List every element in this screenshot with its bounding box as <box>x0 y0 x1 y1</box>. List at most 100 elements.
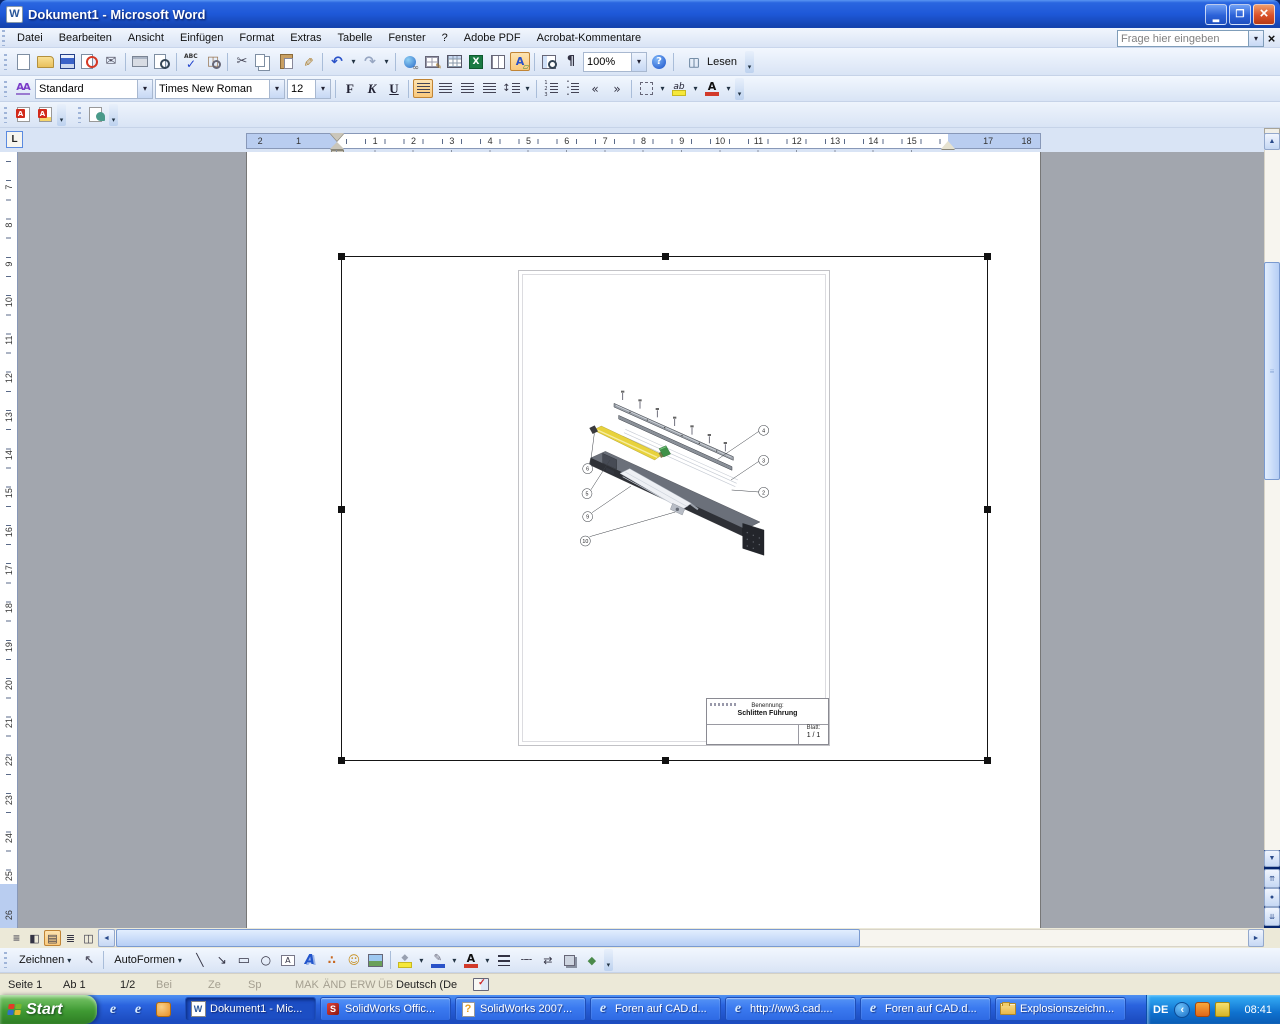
dropdown-arrow-icon[interactable] <box>691 79 700 98</box>
line-icon[interactable] <box>190 951 210 970</box>
diagram-icon[interactable] <box>322 951 342 970</box>
select-browse-object-button[interactable]: ● <box>1264 888 1280 907</box>
selection-handle[interactable] <box>662 253 669 260</box>
security-alert-icon[interactable] <box>1194 1002 1210 1018</box>
undo-icon[interactable] <box>327 52 347 71</box>
selection-handle[interactable] <box>338 253 345 260</box>
document-map-icon[interactable] <box>539 52 559 71</box>
toolbar-options-button[interactable] <box>57 103 66 126</box>
toolbar-grip[interactable] <box>4 952 7 968</box>
copy-icon[interactable] <box>254 52 274 71</box>
insert-excel-icon[interactable] <box>466 52 486 71</box>
toolbar-grip[interactable] <box>4 80 7 97</box>
selection-handle[interactable] <box>338 506 345 513</box>
toolbar-options-button[interactable] <box>603 949 613 971</box>
taskbar-task-button[interactable]: Foren auf CAD.d... <box>860 997 991 1021</box>
menu-item[interactable]: Tabelle <box>329 29 380 47</box>
dropdown-arrow-icon[interactable] <box>382 52 391 71</box>
font-color-icon[interactable] <box>702 79 722 98</box>
picture-icon[interactable] <box>366 951 386 970</box>
hanging-indent-marker[interactable] <box>330 142 344 149</box>
dropdown-arrow-icon[interactable] <box>483 951 492 970</box>
line-spacing-icon[interactable] <box>501 79 521 98</box>
underline-button[interactable]: U <box>384 79 404 98</box>
spelling-icon[interactable] <box>181 52 201 71</box>
scroll-right-button[interactable]: ► <box>1248 929 1264 947</box>
menu-item[interactable]: Format <box>231 29 282 47</box>
save-icon[interactable] <box>57 52 77 71</box>
dropdown-arrow-icon[interactable] <box>450 951 459 970</box>
toolbar-options-button[interactable] <box>744 50 754 73</box>
fill-color-icon[interactable] <box>395 951 415 970</box>
menu-item[interactable]: ? <box>434 29 456 47</box>
open-icon[interactable] <box>35 52 55 71</box>
format-painter-icon[interactable] <box>298 52 318 71</box>
styles-icon[interactable] <box>13 79 33 98</box>
taskbar-task-button[interactable]: Dokument1 - Mic... <box>185 997 316 1021</box>
menu-item[interactable]: Adobe PDF <box>456 29 529 47</box>
align-right-icon[interactable] <box>457 79 477 98</box>
menu-item[interactable]: Extras <box>282 29 329 47</box>
scroll-down-button[interactable]: ▼ <box>1264 850 1280 867</box>
dropdown-arrow-icon[interactable] <box>349 52 358 71</box>
draw-menu-button[interactable]: Zeichnen <box>13 950 77 970</box>
line-style-icon[interactable] <box>494 951 514 970</box>
toolbar-grip[interactable] <box>4 53 7 70</box>
selection-handle[interactable] <box>662 757 669 764</box>
language-indicator[interactable]: DE <box>1153 1004 1168 1016</box>
permission-icon[interactable] <box>79 52 99 71</box>
oval-icon[interactable] <box>256 951 276 970</box>
chevron-down-icon[interactable] <box>315 79 330 98</box>
vertical-scrollbar-track[interactable] <box>1264 150 1280 850</box>
text-box-icon[interactable] <box>278 951 298 970</box>
increase-indent-icon[interactable] <box>607 79 627 98</box>
align-justify-icon[interactable] <box>479 79 499 98</box>
paste-icon[interactable] <box>276 52 296 71</box>
new-document-icon[interactable] <box>13 52 33 71</box>
taskbar-task-button[interactable]: SolidWorks Offic... <box>320 997 451 1021</box>
redo-icon[interactable] <box>360 52 380 71</box>
taskbar-task-button[interactable]: Foren auf CAD.d... <box>590 997 721 1021</box>
show-hide-icon[interactable] <box>561 52 581 71</box>
convert-pdf-icon[interactable] <box>13 105 33 124</box>
menu-item[interactable]: Bearbeiten <box>51 29 120 47</box>
scroll-up-button[interactable]: ▲ <box>1264 133 1280 150</box>
menu-item[interactable]: Acrobat-Kommentare <box>529 29 650 47</box>
acrobat-comment-icon[interactable] <box>87 105 107 124</box>
normal-view-icon[interactable] <box>8 930 25 946</box>
first-line-indent-marker[interactable] <box>330 133 344 141</box>
italic-button[interactable]: K <box>362 79 382 98</box>
hyperlink-icon[interactable] <box>400 52 420 72</box>
3d-style-icon[interactable] <box>582 951 602 970</box>
right-indent-marker[interactable] <box>941 141 955 149</box>
selection-handle[interactable] <box>338 757 345 764</box>
toolbar-options-button[interactable] <box>109 103 118 126</box>
read-button[interactable]: Lesen <box>678 51 743 73</box>
previous-page-button[interactable]: ⇈ <box>1264 869 1280 888</box>
selection-handle[interactable] <box>984 253 991 260</box>
taskbar-task-button[interactable]: Explosionszeichn... <box>995 997 1126 1021</box>
font-color-icon[interactable] <box>461 951 481 970</box>
question-input[interactable] <box>1117 30 1249 47</box>
chevron-down-icon[interactable] <box>269 79 284 98</box>
cut-icon[interactable] <box>232 52 252 71</box>
zoom-combobox[interactable]: 100% <box>583 51 647 72</box>
horizontal-scrollbar-thumb[interactable] <box>116 929 860 947</box>
convert-pdf-email-icon[interactable] <box>35 105 55 124</box>
rectangle-icon[interactable] <box>234 951 254 970</box>
minimize-button[interactable] <box>1205 3 1227 25</box>
bullets-icon[interactable] <box>563 79 583 98</box>
vertical-scrollbar-thumb[interactable] <box>1264 262 1280 480</box>
wordart-icon[interactable] <box>300 951 320 970</box>
close-document-button[interactable] <box>1265 32 1278 45</box>
taskbar-task-button[interactable]: http://ww3.cad.... <box>725 997 856 1021</box>
style-combobox[interactable]: Standard <box>35 78 153 99</box>
menu-item[interactable]: Datei <box>9 29 51 47</box>
clock-icon[interactable] <box>154 1001 172 1019</box>
select-objects-button[interactable] <box>79 951 99 970</box>
selection-handle[interactable] <box>984 757 991 764</box>
tables-borders-icon[interactable] <box>422 52 442 71</box>
font-size-combobox[interactable]: 12 <box>287 78 331 99</box>
network-icon[interactable] <box>1214 1002 1230 1018</box>
next-page-button[interactable]: ⇊ <box>1264 907 1280 926</box>
